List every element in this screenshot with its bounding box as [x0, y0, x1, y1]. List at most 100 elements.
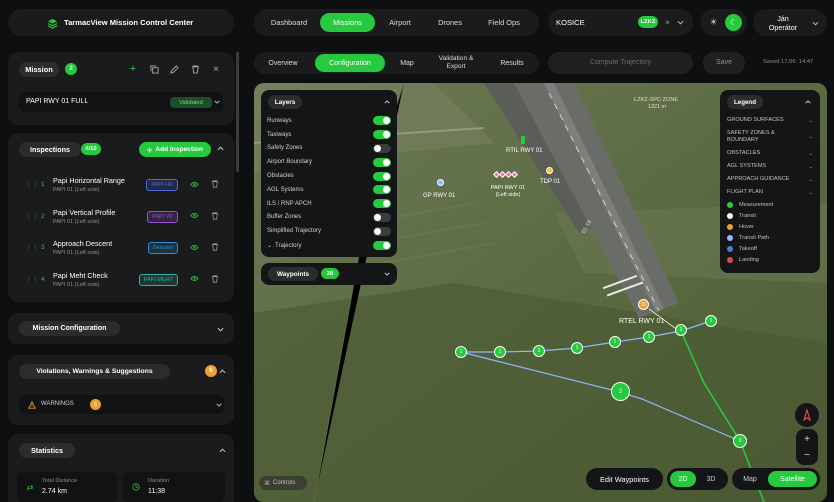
waypoint-marker[interactable]: 1: [455, 346, 467, 358]
layer-toggle[interactable]: [373, 130, 391, 140]
edit-icon[interactable]: [168, 63, 180, 75]
inspection-item[interactable]: ⋮⋮ 1 Papi Horizontal Range PAPI 01 (Left…: [19, 172, 223, 200]
warnings-chevron-icon[interactable]: [215, 402, 223, 408]
legend-section[interactable]: GROUND SURFACES ⌄: [720, 114, 820, 127]
legend-chevron-icon[interactable]: ⌄: [808, 177, 813, 183]
waypoint-marker[interactable]: 1: [494, 346, 506, 358]
legend-section[interactable]: OBSTACLES ⌄: [720, 147, 820, 160]
statistics-chevron-icon[interactable]: [218, 447, 226, 453]
sun-icon[interactable]: ☀: [708, 17, 719, 28]
nav-tab-missions[interactable]: Missions: [320, 13, 375, 32]
waypoint-marker[interactable]: 1: [609, 336, 621, 348]
user-menu-chevron-icon[interactable]: [811, 19, 820, 27]
violations-chevron-icon[interactable]: [218, 368, 226, 374]
theme-toggle[interactable]: ☀ ☾: [700, 9, 747, 36]
waypoint-marker[interactable]: 2: [611, 382, 630, 401]
delete-inspection-icon[interactable]: [210, 274, 220, 284]
layer-toggle[interactable]: [373, 143, 391, 153]
inspection-item[interactable]: ⋮⋮ 4 Papi Meht Check PAPI 01 (Left side)…: [19, 267, 223, 295]
layer-toggle[interactable]: [373, 157, 391, 167]
drag-handle-icon[interactable]: ⋮⋮: [25, 213, 39, 221]
layer-toggle[interactable]: [373, 171, 391, 181]
collapse-chevron-icon[interactable]: [216, 145, 224, 151]
legend-section[interactable]: SAFETY ZONES & BOUNDARY ⌄: [720, 127, 820, 147]
legend-chevron-icon[interactable]: ⌄: [808, 134, 813, 140]
warnings-dropdown[interactable]: WARNINGS 6: [19, 395, 224, 414]
drag-handle-icon[interactable]: ⋮⋮: [25, 181, 39, 189]
nav-tab-dashboard[interactable]: Dashboard: [258, 13, 320, 32]
compute-trajectory-button[interactable]: Compute Trajectory: [548, 52, 693, 74]
satellite-basemap-button[interactable]: Satellite: [768, 471, 817, 487]
save-button[interactable]: Save: [703, 52, 745, 74]
waypoints-chevron-icon[interactable]: [383, 271, 391, 277]
layers-collapse-icon[interactable]: [383, 99, 391, 105]
mission-configuration-panel[interactable]: Mission Configuration: [8, 313, 234, 344]
waypoint-marker[interactable]: 1: [571, 342, 583, 354]
subtab-overview[interactable]: Overview: [260, 54, 306, 72]
waypoint-marker[interactable]: 1: [675, 324, 687, 336]
add-mission-icon[interactable]: +: [127, 63, 139, 75]
visibility-eye-icon[interactable]: [189, 242, 199, 252]
subtab-results[interactable]: Results: [492, 54, 532, 72]
tdp-marker[interactable]: [546, 167, 553, 174]
papi-markers[interactable]: [492, 170, 519, 179]
waypoint-marker[interactable]: 1: [643, 331, 655, 343]
layer-toggle[interactable]: [373, 116, 391, 126]
drag-handle-icon[interactable]: ⋮⋮: [25, 244, 39, 252]
add-inspection-button[interactable]: + Add Inspection: [139, 142, 211, 157]
delete-inspection-icon[interactable]: [210, 211, 220, 221]
waypoints-panel[interactable]: Waypoints 28: [261, 263, 397, 285]
subtab-configuration[interactable]: Configuration: [315, 54, 385, 72]
delete-inspection-icon[interactable]: [210, 179, 220, 189]
legend-chevron-icon[interactable]: ⌄: [808, 164, 813, 170]
visibility-eye-icon[interactable]: [189, 274, 199, 284]
clear-icon[interactable]: ×: [663, 17, 672, 28]
close-mission-icon[interactable]: ×: [210, 63, 222, 75]
hover-waypoint-marker[interactable]: 11: [638, 299, 649, 310]
layer-toggle[interactable]: [373, 212, 391, 222]
inspection-item[interactable]: ⋮⋮ 2 Papi Vertical Profile PAPI 01 (Left…: [19, 204, 223, 232]
zoom-out-icon[interactable]: −: [796, 447, 818, 463]
legend-chevron-icon[interactable]: ⌄: [808, 190, 813, 196]
legend-collapse-icon[interactable]: [804, 99, 812, 105]
legend-chevron-icon[interactable]: ⌄: [808, 151, 813, 157]
waypoint-marker[interactable]: 1: [533, 345, 545, 357]
nav-tab-field-ops[interactable]: Field Ops: [475, 13, 533, 32]
waypoint-marker[interactable]: 3: [733, 434, 747, 448]
mission-config-chevron-icon[interactable]: [216, 326, 224, 332]
layer-toggle[interactable]: [373, 185, 391, 195]
nav-tab-drones[interactable]: Drones: [425, 13, 475, 32]
airport-selector[interactable]: KOSICE LZKZ ×: [548, 9, 693, 36]
legend-section[interactable]: FLIGHT PLAN ⌄: [720, 186, 820, 199]
gp-marker[interactable]: [437, 179, 444, 186]
edit-waypoints-button[interactable]: Edit Waypoints: [586, 468, 663, 490]
map-view[interactable]: LZKZ-SPC ZONE 1321 m GP RWY 01 PAPI RWY …: [254, 83, 827, 502]
subtab-validation-export[interactable]: Validation & Export: [432, 53, 480, 73]
drag-handle-icon[interactable]: ⋮⋮: [25, 276, 39, 284]
layer-toggle[interactable]: [373, 199, 391, 209]
moon-icon[interactable]: ☾: [725, 14, 742, 31]
legend-section[interactable]: AGL SYSTEMS ⌄: [720, 160, 820, 173]
visibility-eye-icon[interactable]: [189, 211, 199, 221]
subtab-map[interactable]: Map: [393, 54, 421, 72]
layer-toggle[interactable]: [373, 226, 391, 236]
legend-section[interactable]: APPROACH GUIDANCE ⌄: [720, 173, 820, 186]
mission-select[interactable]: PAPI RWY 01 FULL Validated: [19, 92, 223, 112]
copy-icon[interactable]: [148, 63, 160, 75]
view-3d-button[interactable]: 3D: [698, 471, 724, 487]
rtil-marker[interactable]: [521, 136, 525, 144]
zoom-in-icon[interactable]: +: [796, 431, 818, 447]
controls-button[interactable]: ⌘ Controls: [259, 476, 307, 490]
user-menu[interactable]: Ján Operátor: [753, 9, 827, 36]
layer-toggle[interactable]: [373, 240, 391, 250]
compass-icon[interactable]: [795, 403, 819, 427]
waypoint-marker[interactable]: 1: [705, 315, 717, 327]
chevron-down-icon[interactable]: [676, 17, 685, 28]
visibility-eye-icon[interactable]: [189, 179, 199, 189]
mission-select-chevron-icon[interactable]: [213, 99, 221, 105]
delete-mission-icon[interactable]: [189, 63, 201, 75]
view-2d-button[interactable]: 2D: [670, 471, 696, 487]
delete-inspection-icon[interactable]: [210, 242, 220, 252]
nav-tab-airport[interactable]: Airport: [375, 13, 425, 32]
sidebar-scrollbar[interactable]: [236, 52, 239, 172]
